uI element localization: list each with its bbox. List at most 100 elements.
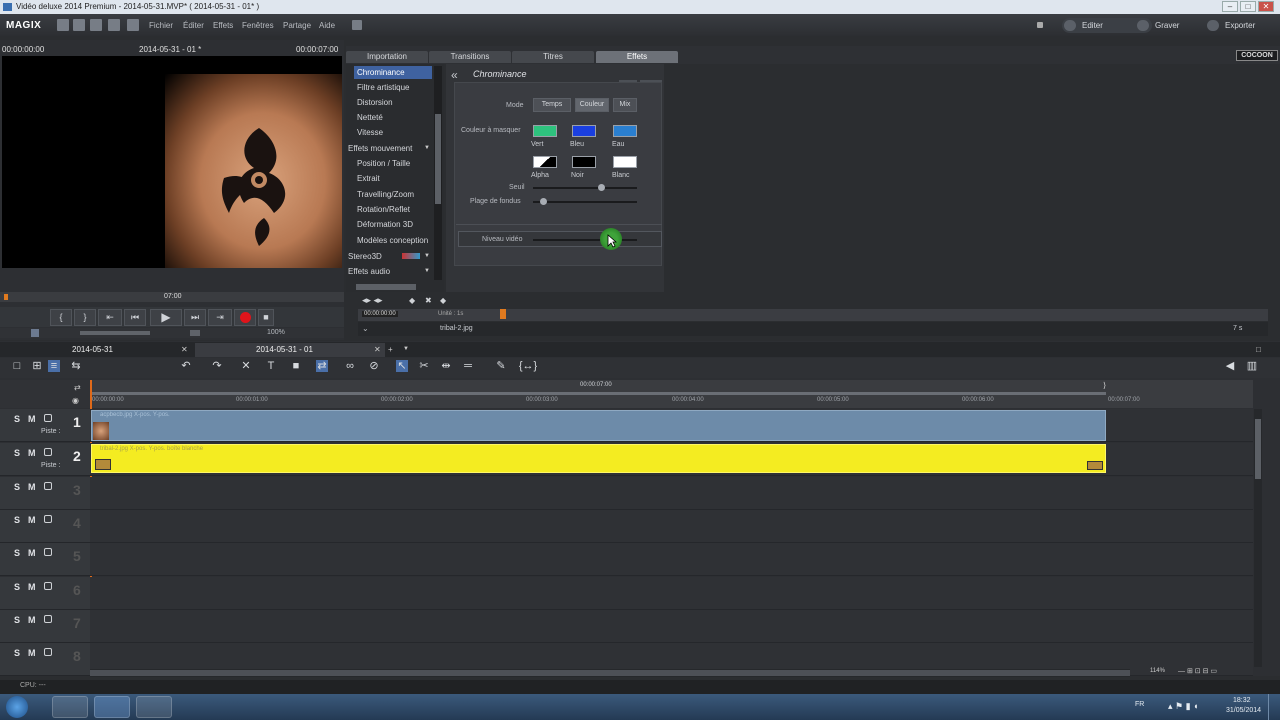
track-lane-7[interactable] xyxy=(90,610,1253,643)
track-header-4[interactable]: SM4 xyxy=(0,510,90,543)
settings-icon[interactable] xyxy=(108,19,120,31)
project-tab-2[interactable]: 2014-05-31 - 01 xyxy=(256,343,313,356)
menu-editer[interactable]: Éditer xyxy=(183,21,204,30)
track-header-6[interactable]: SM6 xyxy=(0,577,90,610)
step-back-button[interactable]: ⏮ xyxy=(124,309,146,326)
minimize-button[interactable]: – xyxy=(1222,1,1238,12)
preview-scrub-bar[interactable]: 07:00 xyxy=(0,292,344,302)
maximize-timeline-icon[interactable]: □ xyxy=(1256,343,1261,356)
swatch-eau[interactable] xyxy=(613,125,637,137)
swatch-noir[interactable] xyxy=(572,156,596,168)
effect-ruler[interactable]: 00:00:00:00 Unité : 1s xyxy=(358,309,1268,321)
mark-in-button[interactable]: { xyxy=(50,309,72,326)
next-marker-button[interactable]: ⇥ xyxy=(208,309,232,326)
clip-track-2[interactable]: tribal-2.jpg X-pos. Y-pos. boîte blanche xyxy=(91,444,1106,473)
menu-fichier[interactable]: Fichier xyxy=(149,21,173,30)
menu-partage[interactable]: Partage xyxy=(283,21,311,30)
back-icon[interactable]: « xyxy=(451,68,458,82)
menu-fenetres[interactable]: Fenêtres xyxy=(242,21,274,30)
video-preview[interactable] xyxy=(2,56,342,268)
expand-arrow-icon[interactable]: ▼ xyxy=(424,145,430,151)
clip-track-1[interactable]: acpbecb.jpg X-pos. Y-pos. xyxy=(91,410,1106,441)
mouse-mode-icon[interactable]: ⇄ xyxy=(316,360,328,372)
keyframe-icon[interactable]: ◆ xyxy=(440,296,446,305)
pointer-tool-icon[interactable]: ↖ xyxy=(396,360,408,372)
effect-playhead[interactable] xyxy=(500,309,506,319)
snap-icon[interactable]: {↔} xyxy=(518,360,538,372)
record-button[interactable] xyxy=(234,309,256,326)
category-hscroll[interactable] xyxy=(346,282,444,292)
track-header-7[interactable]: SM7 xyxy=(0,610,90,643)
swatch-bleu[interactable] xyxy=(572,125,596,137)
mixer-icon[interactable]: ▥ xyxy=(1246,360,1258,372)
save-icon[interactable] xyxy=(90,19,102,31)
category-extrait[interactable]: Extrait xyxy=(357,172,380,185)
new-icon[interactable] xyxy=(57,19,69,31)
play-range-bar[interactable] xyxy=(90,392,1106,395)
category-effets-mouvement[interactable]: Effets mouvement xyxy=(348,142,412,155)
language-indicator[interactable]: FR xyxy=(1135,701,1144,708)
storyboard-view-icon[interactable]: □ xyxy=(11,360,23,372)
volume-icon[interactable]: ◀ xyxy=(1224,360,1236,372)
track-lane-5[interactable] xyxy=(90,543,1253,576)
range-end-marker[interactable]: ⟩ xyxy=(1103,381,1106,390)
category-distorsion[interactable]: Distorsion xyxy=(357,96,393,109)
keyframe-nav-icon[interactable]: ◂▸ ◂▸ xyxy=(362,295,383,306)
expand-arrow-icon[interactable]: ▼ xyxy=(424,268,430,274)
timeline-hscroll[interactable] xyxy=(90,669,1130,677)
tab-dropdown-icon[interactable]: ▼ xyxy=(403,343,409,356)
add-keyframe-icon[interactable]: ◆ xyxy=(409,296,415,305)
overview-icon[interactable]: ⇆ xyxy=(70,360,82,372)
zoom-slider-handle[interactable] xyxy=(190,330,200,336)
project-tab-1[interactable]: 2014-05-31 xyxy=(72,343,113,356)
seuil-slider[interactable] xyxy=(533,187,637,189)
trim-tool-icon[interactable]: ⇹ xyxy=(440,360,452,372)
tab-titres[interactable]: Titres xyxy=(512,51,594,63)
category-modeles-conception[interactable]: Modèles conception xyxy=(357,234,428,247)
expand-arrow-icon[interactable]: ▼ xyxy=(424,253,430,259)
category-rotation-reflet[interactable]: Rotation/Reflet xyxy=(357,203,410,216)
monitor-icon[interactable] xyxy=(31,329,39,337)
play-button[interactable]: ▶ xyxy=(150,309,182,326)
plage-slider[interactable] xyxy=(533,201,637,203)
track-lane-3[interactable] xyxy=(90,477,1253,510)
menu-aide[interactable]: Aide xyxy=(319,21,335,30)
timeline-vscroll[interactable] xyxy=(1254,409,1262,667)
category-effets-audio[interactable]: Effets audio xyxy=(348,265,390,278)
scene-view-icon[interactable]: ⊞ xyxy=(31,360,43,372)
category-travelling-zoom[interactable]: Travelling/Zoom xyxy=(357,188,414,201)
mode-mix-button[interactable]: Mix xyxy=(613,98,637,112)
swatch-alpha[interactable] xyxy=(533,156,557,168)
title-icon[interactable]: T xyxy=(265,360,277,372)
close-tab-icon[interactable]: ✕ xyxy=(374,343,381,356)
seuil-slider-knob[interactable] xyxy=(597,184,605,191)
delete-keyframe-icon[interactable]: ✖ xyxy=(425,296,432,305)
unlink-icon[interactable]: ⊘ xyxy=(368,360,380,372)
magix-taskbar-icon[interactable] xyxy=(94,696,130,718)
category-vitesse[interactable]: Vitesse xyxy=(357,126,383,139)
mark-out-button[interactable]: } xyxy=(74,309,96,326)
dropdown-arrow-icon[interactable] xyxy=(1037,22,1043,28)
zoom-controls-icon[interactable]: — ⊞ ⊡ ⊟ ▭ xyxy=(1178,667,1217,675)
track-header-3[interactable]: SM3 xyxy=(0,477,90,510)
eye-icon[interactable]: ◉ xyxy=(72,396,79,405)
category-stereo3d[interactable]: Stereo3D xyxy=(348,250,382,263)
collapse-icon[interactable]: ⌄ xyxy=(362,324,369,333)
cut-tool-icon[interactable]: ✂ xyxy=(418,360,430,372)
stop-button[interactable]: ■ xyxy=(258,309,274,326)
close-window-button[interactable]: ✕ xyxy=(1258,1,1274,12)
track-header-5[interactable]: SM5 xyxy=(0,543,90,576)
link-icon[interactable]: ∞ xyxy=(344,360,356,372)
maximize-button[interactable]: □ xyxy=(1240,1,1256,12)
track-header-8[interactable]: SM8 xyxy=(0,643,90,676)
tray-icons[interactable]: ▴ ⚑ ▮ ◖ xyxy=(1168,701,1198,712)
swatch-vert[interactable] xyxy=(533,125,557,137)
category-filtre-artistique[interactable]: Filtre artistique xyxy=(357,81,409,94)
app-taskbar-icon[interactable] xyxy=(136,696,172,718)
volume-slider[interactable] xyxy=(80,331,150,335)
snap-toggle-icon[interactable]: ⇄ xyxy=(74,383,81,392)
eraser-icon[interactable]: ✎ xyxy=(495,360,507,372)
delete-icon[interactable]: ✕ xyxy=(240,360,252,372)
category-nettete[interactable]: Netteté xyxy=(357,111,383,124)
track-header-1[interactable]: S M 1 Piste : xyxy=(0,409,90,442)
